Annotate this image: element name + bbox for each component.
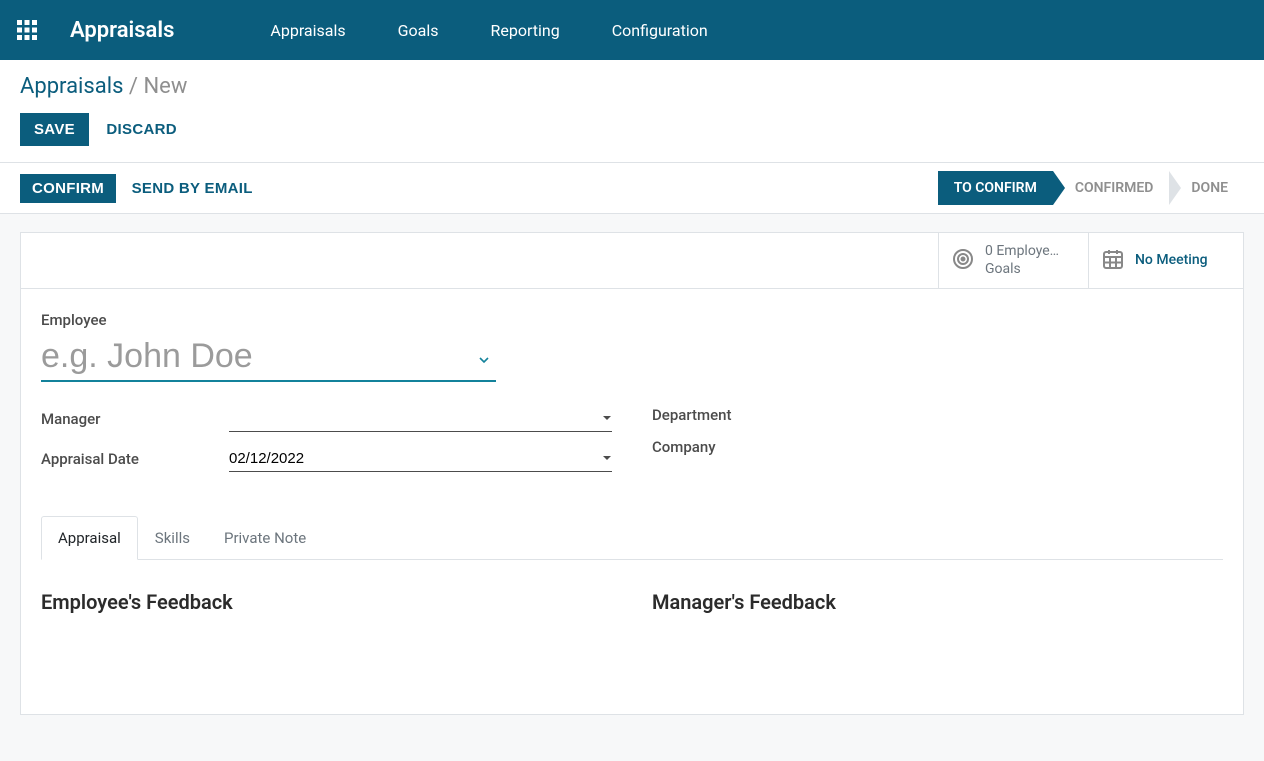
- tab-appraisal[interactable]: Appraisal: [41, 516, 138, 560]
- tab-skills[interactable]: Skills: [138, 516, 207, 560]
- tab-private-note[interactable]: Private Note: [207, 516, 323, 560]
- manager-field[interactable]: [229, 406, 612, 432]
- sheet-header: 0 Employe… Goals No Meeting: [21, 233, 1243, 289]
- manager-feedback-title: Manager's Feedback: [652, 590, 1223, 614]
- form-body: Employee Manager: [21, 289, 1243, 714]
- breadcrumb-separator: /: [129, 74, 144, 99]
- content-area: 0 Employe… Goals No Meeting Employee: [0, 214, 1264, 733]
- status-steps: TO CONFIRM CONFIRMED DONE: [938, 171, 1244, 205]
- apps-menu-icon[interactable]: [14, 17, 40, 43]
- tabs: Appraisal Skills Private Note: [41, 516, 1223, 560]
- confirm-button[interactable]: CONFIRM: [20, 174, 116, 203]
- employee-feedback-title: Employee's Feedback: [41, 590, 612, 614]
- nav-reporting[interactable]: Reporting: [465, 21, 586, 40]
- save-button[interactable]: SAVE: [20, 113, 89, 146]
- target-icon: [951, 247, 975, 275]
- chevron-down-icon[interactable]: [602, 411, 612, 427]
- main-navbar: Appraisals Appraisals Goals Reporting Co…: [0, 0, 1264, 60]
- appraisal-date-label: Appraisal Date: [41, 450, 229, 468]
- employee-input[interactable]: [41, 333, 496, 380]
- meeting-label: No Meeting: [1135, 252, 1208, 270]
- send-email-button[interactable]: SEND BY EMAIL: [120, 174, 265, 203]
- control-panel: Appraisals / New SAVE DISCARD: [0, 60, 1264, 163]
- employee-field-wrap: [41, 333, 496, 382]
- nav-configuration[interactable]: Configuration: [586, 21, 734, 40]
- breadcrumb-current: New: [143, 74, 187, 99]
- nav-appraisals[interactable]: Appraisals: [244, 21, 371, 40]
- status-to-confirm[interactable]: TO CONFIRM: [938, 171, 1053, 205]
- goals-line1: 0 Employe…: [985, 243, 1059, 261]
- company-label: Company: [652, 438, 840, 456]
- meeting-stat[interactable]: No Meeting: [1088, 233, 1243, 288]
- chevron-down-icon[interactable]: [602, 451, 612, 467]
- manager-input[interactable]: [229, 410, 602, 427]
- chevron-down-icon[interactable]: [478, 354, 490, 370]
- appraisal-date-input[interactable]: [229, 450, 602, 467]
- employee-goals-stat[interactable]: 0 Employe… Goals: [938, 233, 1088, 288]
- goals-line2: Goals: [985, 261, 1021, 277]
- nav-goals[interactable]: Goals: [372, 21, 465, 40]
- calendar-icon: [1101, 247, 1125, 275]
- status-done[interactable]: DONE: [1169, 171, 1244, 205]
- form-sheet: 0 Employe… Goals No Meeting Employee: [20, 232, 1244, 715]
- app-brand[interactable]: Appraisals: [70, 18, 174, 43]
- status-bar: CONFIRM SEND BY EMAIL TO CONFIRM CONFIRM…: [0, 163, 1264, 214]
- breadcrumb: Appraisals / New: [20, 74, 1244, 99]
- tab-content: Employee's Feedback Manager's Feedback: [41, 560, 1223, 674]
- employee-label: Employee: [41, 311, 1223, 329]
- department-label: Department: [652, 406, 840, 424]
- breadcrumb-parent[interactable]: Appraisals: [20, 74, 123, 99]
- manager-label: Manager: [41, 410, 229, 428]
- appraisal-date-field[interactable]: [229, 446, 612, 472]
- status-confirmed[interactable]: CONFIRMED: [1053, 171, 1170, 205]
- discard-button[interactable]: DISCARD: [92, 113, 190, 146]
